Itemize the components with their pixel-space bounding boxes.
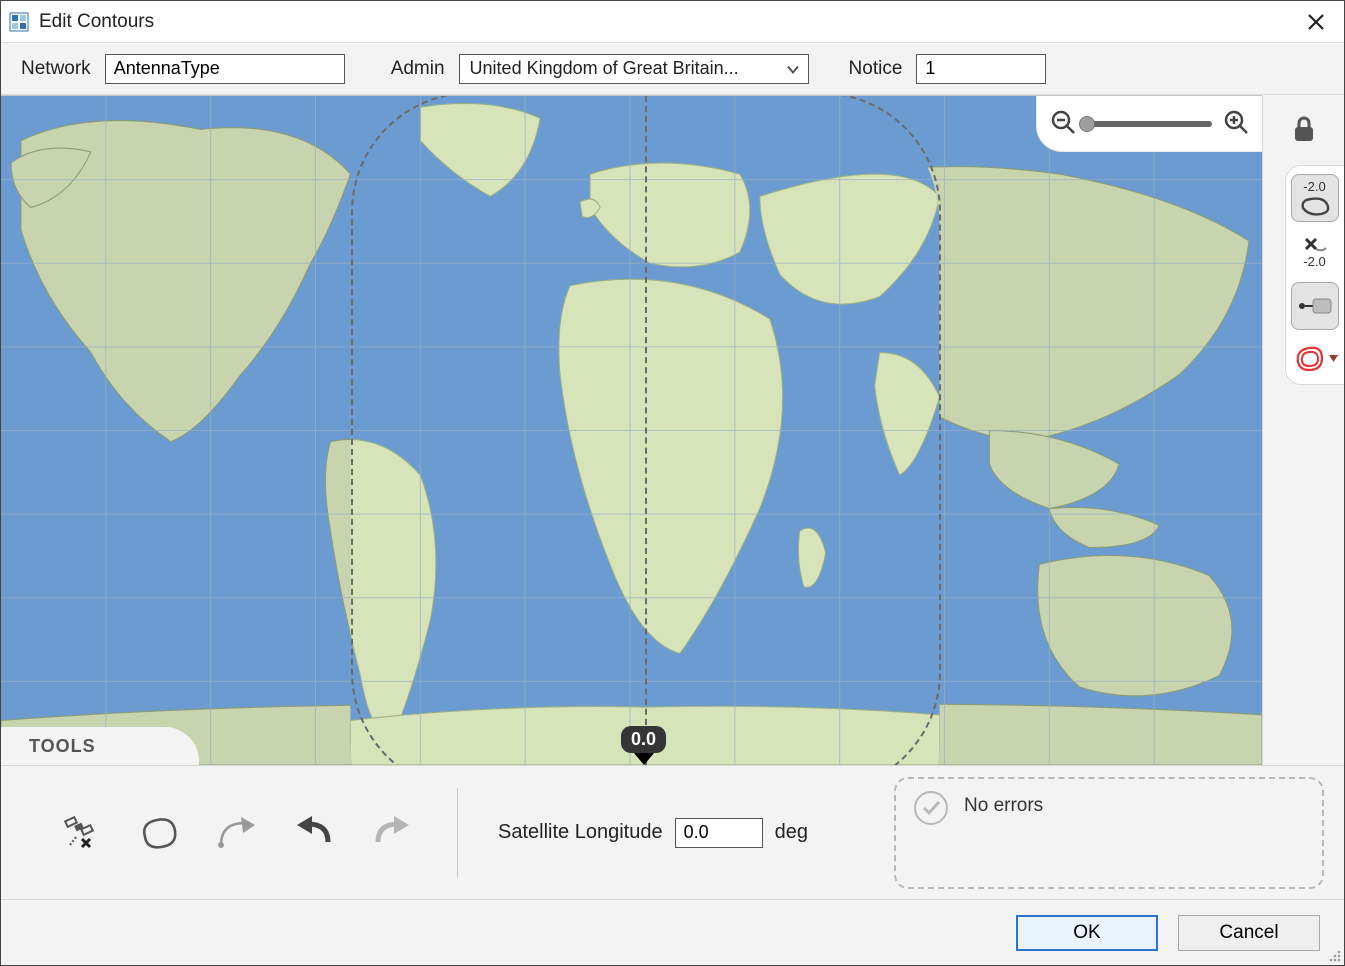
- contour-style-dropdown[interactable]: [1292, 342, 1338, 376]
- chevron-down-icon: [786, 58, 800, 79]
- admin-select[interactable]: United Kingdom of Great Britain...: [459, 54, 809, 84]
- edit-arc-icon: [215, 813, 257, 853]
- longitude-marker[interactable]: 0.0: [621, 726, 666, 765]
- dropdown-arrow-icon: [1329, 355, 1338, 363]
- map-zone: 0.0 TOOLS -2.0: [1, 95, 1344, 765]
- zoom-in-icon: [1222, 108, 1250, 136]
- edit-contour-tool-button[interactable]: [211, 808, 261, 858]
- ok-button[interactable]: OK: [1016, 915, 1158, 951]
- tools-panel-tab: TOOLS: [1, 727, 199, 765]
- network-input[interactable]: [105, 54, 345, 84]
- tools-bar: Satellite Longitude deg No errors: [1, 765, 1344, 899]
- longitude-marker-value: 0.0: [631, 729, 656, 749]
- titlebar: Edit Contours: [1, 1, 1344, 43]
- notice-label: Notice: [849, 58, 903, 80]
- world-map[interactable]: 0.0 TOOLS: [1, 95, 1262, 765]
- contour-palette: -2.0 -2.0: [1285, 165, 1345, 385]
- zoom-in-button[interactable]: [1222, 108, 1250, 140]
- tools-divider: [457, 788, 458, 878]
- validation-message: No errors: [964, 791, 1043, 817]
- satellite-longitude-input[interactable]: [675, 818, 763, 848]
- zoom-panel: [1036, 96, 1262, 152]
- contour-level-value: -2.0: [1303, 179, 1325, 194]
- satellite-longitude-group: Satellite Longitude deg: [498, 818, 808, 848]
- dialog-button-bar: OK Cancel: [1, 899, 1344, 965]
- notice-input[interactable]: [916, 54, 1046, 84]
- validation-check-icon: [914, 791, 948, 825]
- validation-panel: No errors: [894, 777, 1324, 889]
- tools-panel-title: TOOLS: [29, 736, 96, 757]
- satellite-icon: [60, 813, 100, 853]
- lock-icon: [1291, 115, 1317, 143]
- resize-grip-icon[interactable]: [1328, 949, 1342, 963]
- parameter-bar: Network Admin United Kingdom of Great Br…: [1, 43, 1344, 95]
- contour-lines-icon: [1292, 342, 1326, 376]
- right-toolbar: -2.0 -2.0: [1262, 95, 1344, 765]
- zoom-out-icon: [1049, 108, 1077, 136]
- label-contour-button[interactable]: [1291, 282, 1339, 330]
- select-contour-button[interactable]: -2.0: [1291, 174, 1339, 222]
- satellite-longitude-label: Satellite Longitude: [498, 821, 663, 844]
- app-icon: [9, 12, 29, 32]
- delete-level-value: -2.0: [1303, 254, 1325, 269]
- zoom-out-button[interactable]: [1049, 108, 1077, 140]
- window-title: Edit Contours: [39, 11, 1296, 33]
- close-button[interactable]: [1296, 2, 1336, 42]
- delete-contour-icon: [1302, 235, 1328, 253]
- redo-button[interactable]: [367, 808, 417, 858]
- tool-icon-group: [21, 808, 417, 858]
- close-icon: [1307, 13, 1325, 31]
- contour-shape-icon: [1297, 194, 1333, 218]
- network-label: Network: [21, 58, 91, 80]
- cancel-button[interactable]: Cancel: [1178, 915, 1320, 951]
- zoom-slider[interactable]: [1087, 121, 1212, 127]
- draw-contour-tool-button[interactable]: [133, 808, 183, 858]
- delete-contour-button[interactable]: -2.0: [1291, 228, 1339, 276]
- lock-button[interactable]: [1282, 107, 1326, 151]
- admin-label: Admin: [391, 58, 445, 80]
- blob-icon: [137, 813, 179, 853]
- satellite-tool-button[interactable]: [55, 808, 105, 858]
- undo-button[interactable]: [289, 808, 339, 858]
- tag-icon: [1295, 295, 1335, 317]
- zoom-slider-thumb[interactable]: [1079, 116, 1095, 132]
- admin-selected-value: United Kingdom of Great Britain...: [470, 58, 739, 79]
- undo-icon: [294, 816, 334, 850]
- redo-icon: [372, 816, 412, 850]
- edit-contours-window: Edit Contours Network Admin United Kingd…: [0, 0, 1345, 966]
- satellite-longitude-unit: deg: [775, 821, 808, 844]
